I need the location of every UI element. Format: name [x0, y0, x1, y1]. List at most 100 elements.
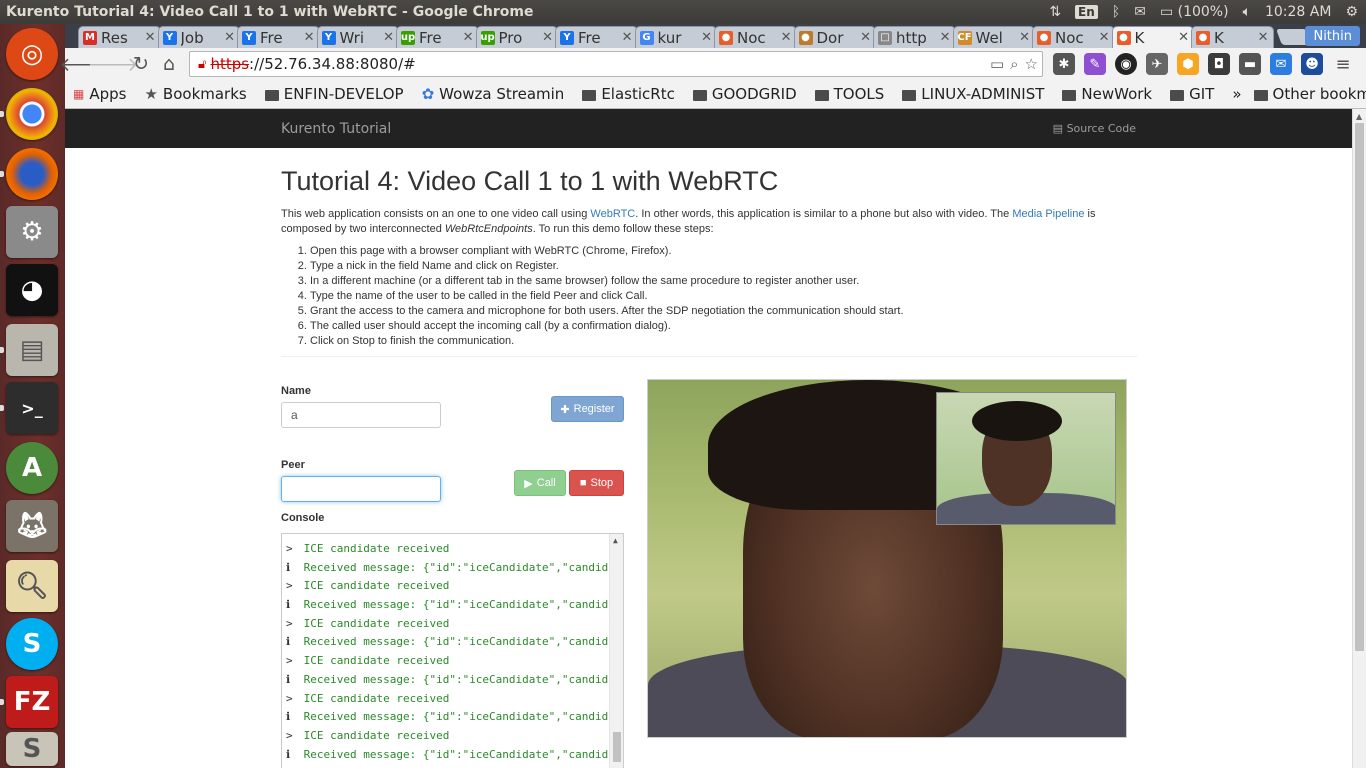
software-updater-icon[interactable]: A: [6, 442, 58, 494]
files-icon[interactable]: ▤: [6, 324, 58, 376]
tab-close-icon[interactable]: ✕: [463, 30, 474, 45]
tab-close-icon[interactable]: ✕: [781, 30, 792, 45]
pidgin-icon[interactable]: ◕: [6, 264, 58, 316]
skype-icon[interactable]: S: [6, 618, 58, 670]
call-button[interactable]: ▶ Call: [514, 470, 566, 496]
chrome-menu-icon[interactable]: ≡: [1332, 53, 1354, 75]
battery-indicator[interactable]: ▭ (100%): [1160, 4, 1229, 20]
peer-input[interactable]: [281, 476, 441, 502]
browser-tab[interactable]: Y Wri ✕: [316, 26, 399, 48]
extension-messenger-icon[interactable]: ✉: [1270, 53, 1292, 75]
tab-close-icon[interactable]: ✕: [145, 30, 156, 45]
extension-pocket-icon[interactable]: ◘: [1208, 53, 1230, 75]
apps-bookmark[interactable]: ▦ Apps: [73, 85, 126, 103]
browser-tab[interactable]: ● Dor ✕: [793, 26, 876, 48]
ubuntu-dash-icon[interactable]: ◎: [6, 28, 58, 80]
browser-tab[interactable]: ● K ✕: [1191, 26, 1274, 48]
browser-tab[interactable]: CF Wel ✕: [952, 26, 1035, 48]
settings-gear-icon[interactable]: ⚙: [1345, 4, 1358, 20]
volume-icon[interactable]: 🔈︎: [1243, 4, 1251, 20]
browser-tab[interactable]: M Res ✕: [78, 26, 161, 48]
tab-close-icon[interactable]: ✕: [1019, 30, 1030, 45]
other-bookmarks[interactable]: Other bookmarks: [1253, 85, 1366, 103]
bookmark-folder[interactable]: NewWork: [1062, 85, 1152, 103]
extension-honey-icon[interactable]: ⬢: [1177, 53, 1199, 75]
gimp-icon[interactable]: 🦊︎: [6, 500, 58, 552]
bookmark-folder[interactable]: GIT: [1170, 85, 1214, 103]
bookmark-folder[interactable]: LINUX-ADMINIST: [902, 85, 1044, 103]
browser-tab[interactable]: Gkur ✕: [634, 26, 717, 48]
play-icon: ▶: [524, 477, 533, 490]
home-button[interactable]: ⌂: [155, 50, 183, 78]
tab-close-icon[interactable]: ✕: [860, 30, 871, 45]
source-code-link[interactable]: ▤ Source Code: [1053, 122, 1136, 135]
bookmark-folder[interactable]: ENFIN-DEVELOP: [264, 85, 404, 103]
chrome-icon[interactable]: [6, 88, 58, 140]
bookmark-star-icon[interactable]: ☆: [1025, 55, 1038, 73]
tab-close-icon[interactable]: ✕: [304, 30, 315, 45]
profile-button[interactable]: Nithin: [1305, 26, 1360, 46]
name-input[interactable]: a: [281, 402, 441, 428]
reload-button[interactable]: ↻: [127, 50, 155, 78]
browser-tab[interactable]: up Pro ✕: [475, 26, 558, 48]
forward-button[interactable]: 🡒: [88, 50, 139, 78]
tab-close-icon[interactable]: ✕: [224, 30, 235, 45]
extension-bug-icon[interactable]: ✱: [1053, 53, 1075, 75]
browser-tab[interactable]: ● Noc ✕: [1032, 26, 1115, 48]
tab-close-icon[interactable]: ✕: [542, 30, 553, 45]
tab-close-icon[interactable]: ✕: [1099, 30, 1110, 45]
tab-close-icon[interactable]: ✕: [940, 30, 951, 45]
webrtc-link[interactable]: WebRTC: [590, 208, 635, 220]
browser-tab[interactable]: up Fre ✕: [396, 26, 479, 48]
system-settings-icon[interactable]: ⚙: [6, 206, 58, 258]
console-scroll-thumb[interactable]: [613, 732, 621, 762]
console-scrollbar[interactable]: ▲: [609, 534, 623, 768]
camera-icon[interactable]: ▭: [990, 55, 1004, 73]
tab-close-icon[interactable]: ✕: [701, 30, 712, 45]
bookmark-folder[interactable]: ✿ Wowza Streamin: [422, 85, 565, 103]
scroll-up-icon[interactable]: ▲: [1356, 112, 1362, 121]
browser-tab[interactable]: Y Fre ✕: [555, 26, 638, 48]
page-scrollbar[interactable]: ▲: [1352, 109, 1366, 768]
bookmark-folder[interactable]: TOOLS: [814, 85, 884, 103]
extension-pen-icon[interactable]: ✎: [1084, 53, 1106, 75]
bluetooth-icon[interactable]: ᛒ: [1112, 4, 1120, 20]
register-button[interactable]: ✚ Register: [551, 396, 624, 422]
scroll-up-icon[interactable]: ▲: [613, 536, 618, 545]
mail-icon[interactable]: ✉: [1134, 4, 1146, 20]
media-pipeline-link[interactable]: Media Pipeline: [1012, 208, 1084, 220]
bookmarks-overflow-button[interactable]: »: [1232, 85, 1241, 103]
extension-colorpicker-icon[interactable]: ◉: [1115, 53, 1137, 75]
network-icon[interactable]: ⇅: [1049, 4, 1061, 20]
bookmarks-item[interactable]: ★ Bookmarks: [144, 85, 246, 103]
tab-close-icon[interactable]: ✕: [383, 30, 394, 45]
tab-close-icon[interactable]: ✕: [622, 30, 633, 45]
extension-people-icon[interactable]: ☻: [1301, 53, 1323, 75]
browser-tab[interactable]: □ http ✕: [873, 26, 956, 48]
browser-tab[interactable]: Y Job ✕: [157, 26, 240, 48]
bookmark-folder[interactable]: GOODGRID: [692, 85, 797, 103]
filezilla-icon[interactable]: FZ: [6, 676, 58, 728]
insecure-lock-icon[interactable]: 🔓︎: [198, 57, 206, 72]
console-log[interactable]: > ICE candidate received ℹ Received messa…: [281, 533, 624, 768]
browser-tab[interactable]: ● K ✕: [1111, 26, 1194, 48]
firefox-icon[interactable]: [6, 148, 58, 200]
extension-cast-icon[interactable]: ▬: [1239, 53, 1261, 75]
keyboard-layout-indicator[interactable]: En: [1075, 5, 1098, 19]
console-line-marker: >: [286, 579, 293, 593]
image-viewer-icon[interactable]: 🔍︎: [6, 560, 58, 612]
trash-icon[interactable]: S: [6, 732, 58, 766]
omnibox[interactable]: 🔓︎ https ://52.76.34.88:8080/# ▭ ⌕ ☆: [189, 51, 1043, 77]
browser-tab[interactable]: ● Noc ✕: [714, 26, 797, 48]
site-brand-link[interactable]: Kurento Tutorial: [281, 121, 391, 137]
tab-close-icon[interactable]: ✕: [1258, 30, 1269, 45]
extension-feather-icon[interactable]: ✈: [1146, 53, 1168, 75]
browser-tab[interactable]: Y Fre ✕: [237, 26, 320, 48]
bookmark-folder[interactable]: ElasticRtc: [582, 85, 675, 103]
stop-button[interactable]: ■ Stop: [569, 470, 624, 496]
tab-close-icon[interactable]: ✕: [1178, 30, 1189, 45]
clock[interactable]: 10:28 AM: [1265, 4, 1331, 20]
terminal-icon[interactable]: >_: [6, 382, 58, 434]
page-scroll-thumb[interactable]: [1355, 123, 1364, 651]
search-icon[interactable]: ⌕: [1010, 55, 1018, 73]
